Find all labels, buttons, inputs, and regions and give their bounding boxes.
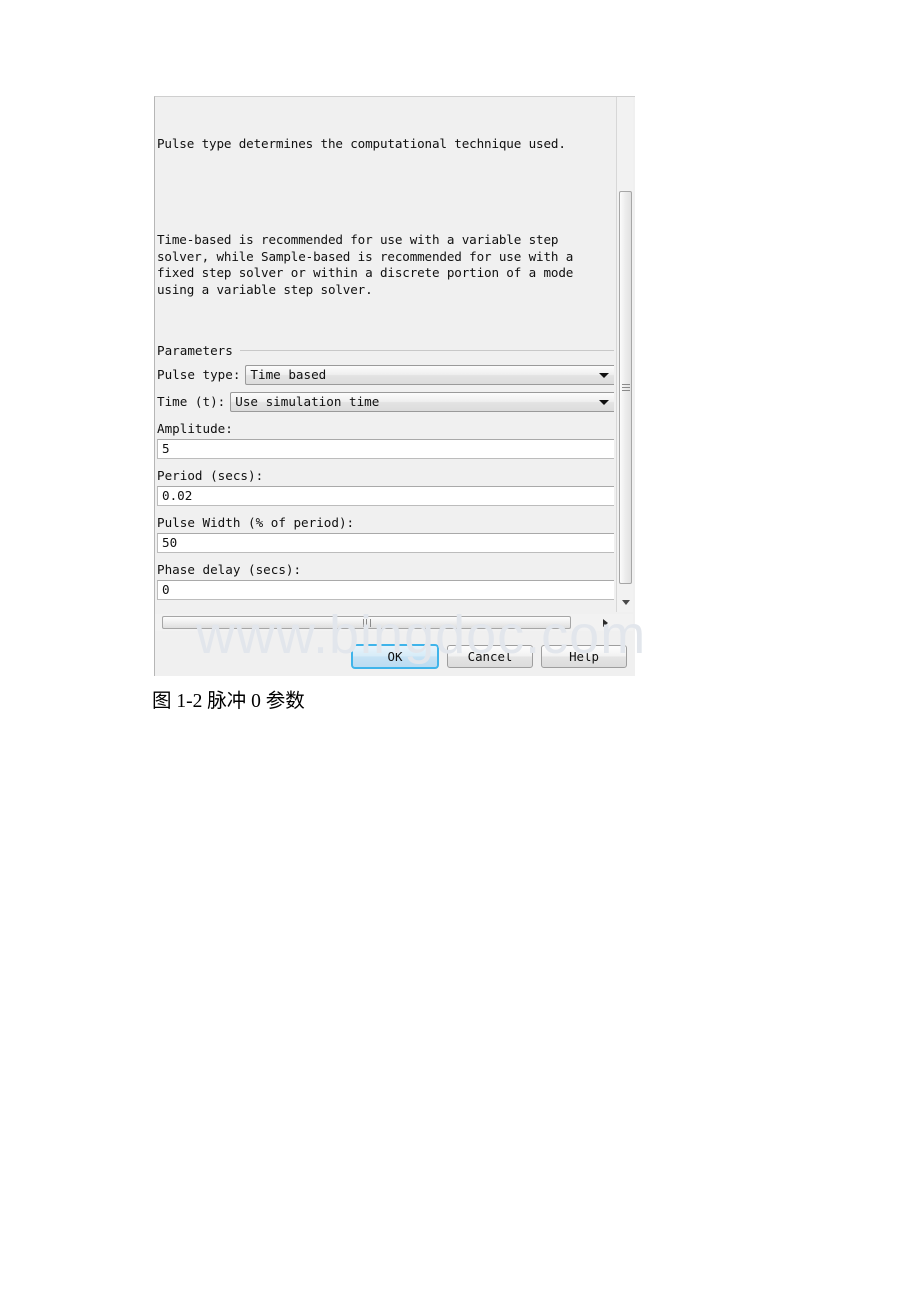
period-label: Period (secs): [157,467,264,483]
time-source-value: Use simulation time [235,394,380,410]
parameters-group-header: Parameters [155,343,614,358]
amplitude-input[interactable]: 5 [157,438,614,459]
description-paragraph-1: Pulse type determines the computational … [157,136,566,152]
scrollbar-grip-icon [621,383,630,392]
group-divider [239,349,614,351]
period-value: 0.02 [162,488,193,504]
time-source-row: Time (t): Use simulation time [155,391,614,412]
chevron-down-icon [599,372,609,378]
chevron-down-icon [599,399,609,405]
pulse-width-value: 50 [162,535,178,551]
description-gap [157,186,614,199]
pulse-width-field-wrap: 50 [155,532,614,553]
amplitude-field-wrap: 5 [155,438,614,459]
horizontal-scrollbar[interactable] [155,614,633,631]
phase-delay-value: 0 [162,582,170,598]
help-button[interactable]: Help [541,644,627,668]
description-paragraph-2: Time-based is recommended for use with a… [157,232,574,297]
pulse-width-input[interactable]: 50 [157,532,614,553]
phase-delay-input[interactable]: 0 [157,579,614,600]
pulse-type-label: Pulse type: [157,367,241,383]
phase-delay-label: Phase delay (secs): [157,561,302,577]
parameters-group-label: Parameters [157,342,233,358]
amplitude-value: 5 [162,441,170,457]
scroll-right-arrow-icon[interactable] [599,617,611,629]
cancel-button[interactable]: Cancel [447,644,533,668]
scroll-down-arrow-icon[interactable] [619,595,632,609]
pulse-generator-parameters-dialog: Pulse type determines the computational … [154,96,635,676]
time-source-select[interactable]: Use simulation time [230,391,614,412]
period-input[interactable]: 0.02 [157,485,614,506]
dialog-button-bar: OK Cancel Help [155,635,635,676]
pulse-type-row: Pulse type: Time based [155,364,614,385]
pulse-width-label: Pulse Width (% of period): [157,514,355,530]
ok-button[interactable]: OK [351,643,439,669]
description-block: Pulse type determines the computational … [155,97,614,332]
pulse-type-select[interactable]: Time based [245,364,614,385]
figure-caption: 图 1-2 脉冲 0 参数 [152,691,305,712]
dialog-scroll-pane: Pulse type determines the computational … [155,97,614,612]
scrollbar-grip-icon [362,618,371,627]
dialog-content: Pulse type determines the computational … [155,97,614,612]
vertical-scrollbar-thumb[interactable] [619,191,632,584]
horizontal-scrollbar-thumb[interactable] [162,616,571,629]
amplitude-label: Amplitude: [157,420,233,436]
time-source-label: Time (t): [157,394,226,410]
vertical-scrollbar[interactable] [616,97,633,612]
period-field-wrap: 0.02 [155,485,614,506]
pulse-type-value: Time based [250,367,327,383]
phase-delay-field-wrap: 0 [155,579,614,600]
